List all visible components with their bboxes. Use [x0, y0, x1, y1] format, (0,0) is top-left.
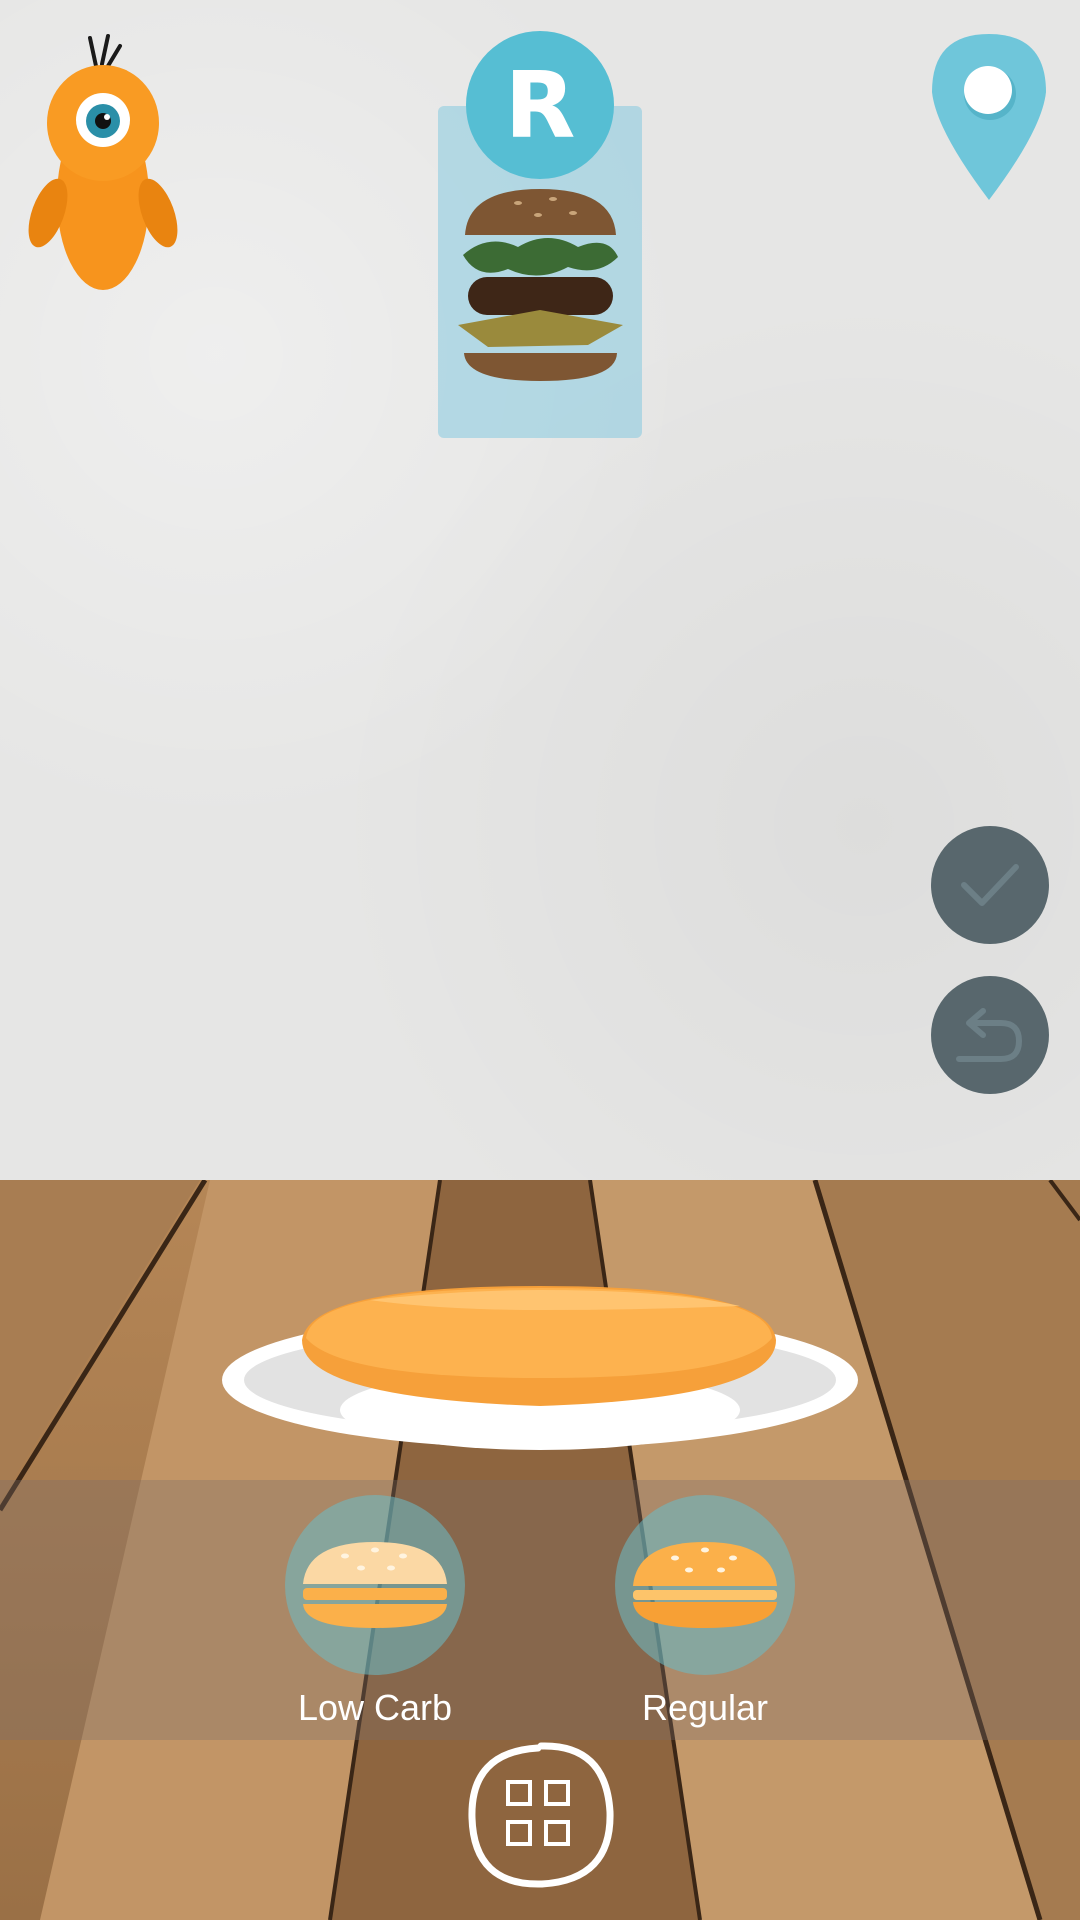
- option-low-carb-label: Low Carb: [297, 1687, 453, 1728]
- low-carb-bun-icon: [303, 1542, 447, 1628]
- plate-with-bun: [220, 1280, 860, 1480]
- undo-button[interactable]: [931, 976, 1049, 1094]
- grid-menu-icon: [468, 1742, 614, 1888]
- option-low-carb-circle[interactable]: [285, 1495, 465, 1675]
- recipe-badge: R: [466, 31, 614, 179]
- burger-recipe-icon: [458, 185, 623, 385]
- option-low-carb[interactable]: Low Carb: [285, 1495, 465, 1729]
- option-regular-circle[interactable]: [615, 1495, 795, 1675]
- regular-bun-icon: [633, 1542, 777, 1628]
- checkmark-icon: [961, 864, 1019, 906]
- option-regular-label: Regular: [641, 1687, 769, 1728]
- undo-icon: [956, 1008, 1023, 1062]
- bun-options-panel: [0, 1480, 1080, 1740]
- confirm-button[interactable]: [931, 826, 1049, 944]
- menu-button[interactable]: [466, 1740, 616, 1890]
- option-regular[interactable]: Regular: [615, 1495, 795, 1729]
- mascot-icon[interactable]: [28, 28, 178, 303]
- location-pin-icon[interactable]: [928, 30, 1050, 202]
